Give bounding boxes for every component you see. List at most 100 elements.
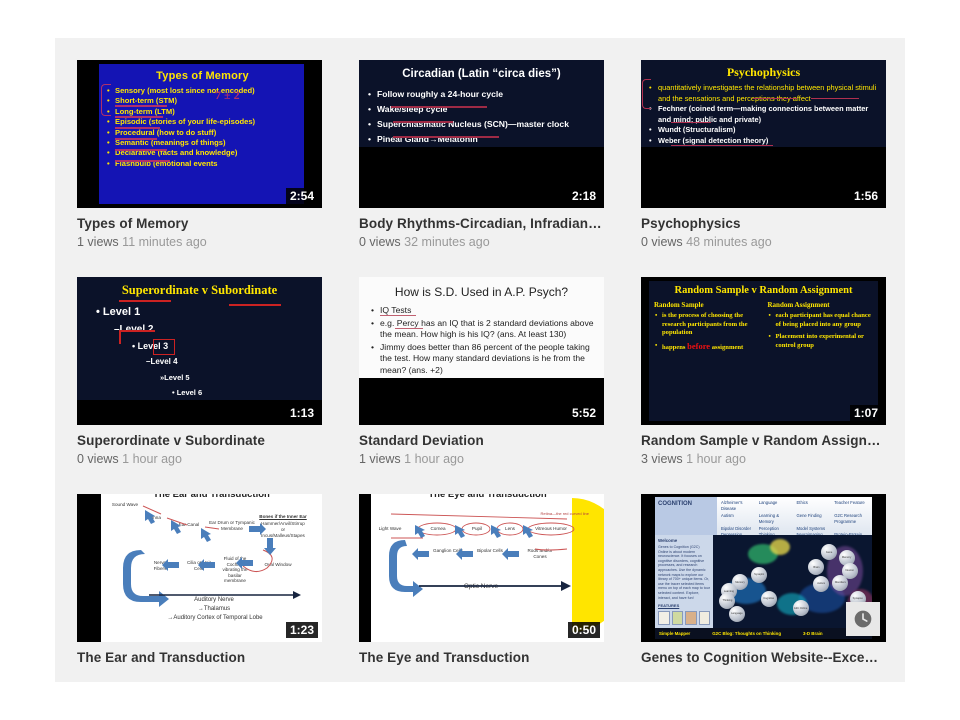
slide-bullet: • Level 6: [172, 388, 203, 397]
annotation-underline: [391, 106, 487, 108]
annotation-underline: [119, 300, 171, 302]
site-footer: Simple Mapper G2C Blog: Thoughts on Thin…: [655, 628, 872, 639]
annotation-underline: [115, 160, 170, 162]
duration-badge: 1:07: [849, 405, 882, 421]
footer-item[interactable]: G2C Blog: Thoughts on Thinking: [712, 631, 781, 636]
video-thumbnail[interactable]: COGNITION Alzheimer's Disease Language E…: [641, 494, 886, 642]
slide-bullet: »Level 5: [160, 373, 190, 382]
video-thumbnail[interactable]: Superordinate v Subordinate • Level 1 –L…: [77, 277, 322, 425]
video-title[interactable]: The Eye and Transduction: [359, 650, 604, 666]
video-thumbnail[interactable]: The Eye and Transduction Light Wave Corn…: [359, 494, 604, 642]
video-thumbnail[interactable]: Types of Memory Sensory (most lost since…: [77, 60, 322, 208]
video-thumbnail[interactable]: The Ear and Transduction Sound Wave Pinn…: [77, 494, 322, 642]
video-card[interactable]: Psychophysics quantitatively investigate…: [641, 60, 886, 250]
upload-age: 11 minutes ago: [122, 235, 207, 249]
menu-item[interactable]: Teacher Feature: [834, 500, 868, 513]
duration-badge: 1:13: [285, 405, 318, 421]
video-card[interactable]: Random Sample v Random Assignment Random…: [641, 277, 886, 467]
menu-item[interactable]: Gene Finding: [797, 513, 831, 526]
video-card[interactable]: The Ear and Transduction Sound Wave Pinn…: [77, 494, 322, 668]
slide-psychophysics: Psychophysics quantitatively investigate…: [641, 60, 886, 147]
menu-item[interactable]: Alzheimer's Disease: [721, 500, 755, 513]
emphasis-word: before: [687, 340, 711, 351]
feature-thumb[interactable]: [658, 611, 670, 626]
slide-heading: Psychophysics: [726, 65, 801, 79]
video-card[interactable]: How is S.D. Used in A.P. Psych? IQ Tests…: [359, 277, 604, 467]
upload-age: 1 hour ago: [404, 452, 464, 466]
slide-column-left: Random Sample is the process of choosing…: [654, 301, 760, 356]
slide-bullets: each participant has equal chance of bei…: [768, 312, 874, 350]
slide-types-of-memory: Types of Memory Sensory (most lost since…: [77, 60, 322, 208]
menu-item[interactable]: Ethics: [797, 500, 831, 513]
slide-bullet: Placement into experimental or control g…: [768, 333, 874, 350]
video-meta: 0 views 48 minutes ago: [641, 234, 886, 250]
menu-item[interactable]: G2C Research Programme: [834, 513, 868, 526]
video-title[interactable]: Types of Memory: [77, 216, 322, 232]
video-card[interactable]: Types of Memory Sensory (most lost since…: [77, 60, 322, 250]
slide-heading: Circadian (Latin “circa dies”): [402, 68, 561, 80]
upload-age: 48 minutes ago: [686, 235, 772, 249]
slide-bullet: Wundt (Structuralism): [647, 125, 880, 136]
slide-bullet: Follow roughly a 24-hour cycle: [366, 87, 597, 102]
video-title[interactable]: Standard Deviation: [359, 433, 604, 449]
slide-heading: How is S.D. Used in A.P. Psych?: [394, 285, 569, 299]
video-card[interactable]: Superordinate v Subordinate • Level 1 –L…: [77, 277, 322, 467]
site-menu: Alzheimer's Disease Language Ethics Teac…: [717, 497, 872, 550]
view-count: 0 views: [77, 452, 119, 466]
annotation-underline: [671, 145, 773, 147]
feature-thumb[interactable]: [685, 611, 697, 626]
view-count: 0 views: [359, 235, 401, 249]
video-thumbnail[interactable]: Random Sample v Random Assignment Random…: [641, 277, 886, 425]
site-logo: COGNITION: [655, 497, 717, 535]
annotation-box-icon: [153, 339, 175, 355]
slide-bullets: quantitatively investigates the relation…: [647, 83, 880, 147]
annotation-underline: [115, 116, 163, 118]
video-thumbnail[interactable]: Circadian (Latin “circa dies”) Follow ro…: [359, 60, 604, 208]
video-title[interactable]: Psychophysics: [641, 216, 886, 232]
annotation-underline: [393, 136, 499, 138]
view-count: 1 views: [77, 235, 119, 249]
slide-bullet: happens before assignment: [654, 340, 760, 353]
video-meta: 3 views 1 hour ago: [641, 451, 886, 467]
video-meta: 1 views 1 hour ago: [359, 451, 604, 467]
slide-ear-transduction: The Ear and Transduction Sound Wave Pinn…: [77, 494, 322, 642]
video-title[interactable]: The Ear and Transduction: [77, 650, 322, 666]
column-heading: Random Sample: [654, 301, 704, 309]
annotation-underline: [395, 328, 423, 330]
annotation-text: 7 ± 2: [215, 88, 240, 102]
video-card[interactable]: The Eye and Transduction Light Wave Corn…: [359, 494, 604, 668]
duration-badge: 5:52: [567, 405, 600, 421]
video-title[interactable]: Superordinate v Subordinate: [77, 433, 322, 449]
slide-bullet: Jimmy does better than 86 percent of the…: [368, 342, 595, 377]
watch-later-badge[interactable]: [846, 602, 880, 636]
video-title[interactable]: Random Sample v Random Assign…: [641, 433, 886, 449]
feature-thumb[interactable]: [698, 611, 710, 626]
annotation-underline: [380, 315, 416, 317]
video-grid: Types of Memory Sensory (most lost since…: [77, 60, 889, 668]
annotation-underline: [119, 330, 155, 332]
slide-bullet: Pineal Gland→Melatonin: [366, 132, 597, 147]
video-card[interactable]: COGNITION Alzheimer's Disease Language E…: [641, 494, 886, 668]
slide-bullet: each participant has equal chance of bei…: [768, 312, 874, 329]
annotation-underline: [753, 98, 797, 100]
footer-item[interactable]: 3-D Brain: [803, 631, 823, 636]
video-meta: 0 views 1 hour ago: [77, 451, 322, 467]
annotation-underline: [115, 127, 160, 129]
upload-age: 1 hour ago: [686, 452, 746, 466]
video-meta: 0 views 32 minutes ago: [359, 234, 604, 250]
menu-item[interactable]: Learning & Memory: [759, 513, 793, 526]
video-results-panel: Types of Memory Sensory (most lost since…: [55, 38, 905, 682]
video-thumbnail[interactable]: How is S.D. Used in A.P. Psych? IQ Tests…: [359, 277, 604, 425]
video-title[interactable]: Genes to Cognition Website--Exce…: [641, 650, 886, 666]
video-thumbnail[interactable]: Psychophysics quantitatively investigate…: [641, 60, 886, 208]
menu-item[interactable]: Autism: [721, 513, 755, 526]
menu-item[interactable]: Language: [759, 500, 793, 513]
video-title[interactable]: Body Rhythms-Circadian, Infradian…: [359, 216, 604, 232]
annotation-underline: [115, 138, 157, 140]
footer-item[interactable]: Simple Mapper: [659, 631, 690, 636]
annotation-underline: [115, 149, 167, 151]
site-body: Welcome Genes to Cognition (G2C) Online …: [655, 535, 872, 628]
duration-badge: 1:23: [285, 622, 318, 638]
video-card[interactable]: Circadian (Latin “circa dies”) Follow ro…: [359, 60, 604, 250]
feature-thumb[interactable]: [671, 611, 683, 626]
